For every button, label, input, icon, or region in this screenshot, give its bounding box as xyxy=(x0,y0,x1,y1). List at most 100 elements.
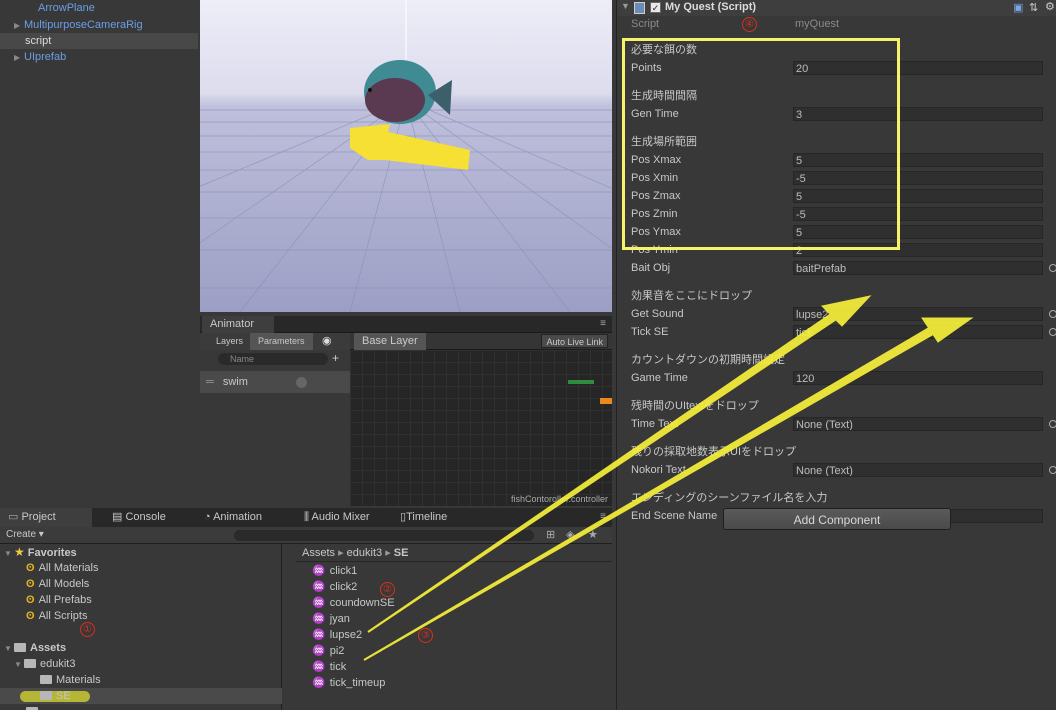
drag-handle-icon[interactable]: ═ xyxy=(206,376,214,388)
scene-grid xyxy=(200,0,612,312)
favorite-all-models[interactable]: ʘ All Models xyxy=(26,576,89,592)
chevron-right-icon: ▸ xyxy=(338,547,347,559)
annotation-marker: ② xyxy=(380,582,395,597)
annotation-marker: ④ xyxy=(742,17,757,32)
hierarchy-item-script[interactable]: script xyxy=(0,33,198,49)
animator-window: Animator ≡ Layers Parameters ◉ Name + ═ … xyxy=(200,316,612,506)
script-field: myQuest xyxy=(793,17,1043,31)
highlight-box xyxy=(622,38,900,250)
object-picker-icon[interactable] xyxy=(1049,264,1056,272)
folder-se[interactable]: SE xyxy=(0,688,282,704)
breadcrumb-item[interactable]: Assets xyxy=(302,547,335,559)
help-icon[interactable]: ▣ xyxy=(1013,1,1023,14)
favorite-all-scripts[interactable]: ʘ All Scripts xyxy=(26,608,87,624)
field-value[interactable]: tick xyxy=(793,325,1043,339)
state-node-green[interactable] xyxy=(568,380,594,384)
field-label: Game Time xyxy=(631,372,688,384)
audio-clip-icon: ♒ xyxy=(312,629,326,641)
expand-triangle-icon[interactable]: ▶ xyxy=(14,50,24,66)
file-item[interactable]: ♒ click2 xyxy=(312,579,357,595)
scene-view[interactable] xyxy=(200,0,612,312)
favorite-label: All Materials xyxy=(38,562,99,574)
file-label: jyan xyxy=(329,613,350,625)
favorite-all-materials[interactable]: ʘ All Materials xyxy=(26,560,98,576)
search-icon: ʘ xyxy=(26,594,35,606)
hierarchy-item-uiprefab[interactable]: ▶ UIprefab xyxy=(14,49,66,65)
field-value[interactable]: baitPrefab xyxy=(793,261,1043,275)
favorites-label: Favorites xyxy=(27,547,77,559)
object-picker-icon[interactable] xyxy=(1049,420,1056,428)
collapse-triangle-icon[interactable]: ▼ xyxy=(4,546,14,562)
filter-type-icon[interactable]: ⊞ xyxy=(546,528,555,541)
project-search-input[interactable] xyxy=(234,530,534,541)
file-item[interactable]: ♒ click1 xyxy=(312,563,357,579)
collapse-triangle-icon[interactable]: ▼ xyxy=(621,1,630,11)
field-value[interactable]: 120 xyxy=(793,371,1043,385)
window-menu-icon[interactable]: ≡ xyxy=(600,511,606,522)
animator-graph-header: Base Layer Auto Live Link xyxy=(350,333,612,350)
file-item[interactable]: ♒ tick xyxy=(312,659,346,675)
animator-tab-label: Animator xyxy=(210,318,255,330)
enabled-checkbox[interactable]: ✓ xyxy=(650,2,661,13)
hierarchy-item-arrowplane[interactable]: ArrowPlane xyxy=(38,0,95,16)
folder-materials[interactable]: Materials xyxy=(40,672,101,688)
parameter-row[interactable]: ═ swim xyxy=(200,371,350,393)
create-dropdown[interactable]: Create ▾ xyxy=(6,529,44,540)
breadcrumb-item[interactable]: SE xyxy=(394,547,409,559)
assets-folder[interactable]: ▼ Assets xyxy=(4,640,66,656)
tab-timeline[interactable]: ▯Timeline xyxy=(392,508,455,527)
tab-animator[interactable]: Animator xyxy=(202,316,274,333)
tab-layers[interactable]: Layers xyxy=(208,333,251,350)
animator-graph[interactable]: fishContoroller.controller xyxy=(350,350,612,506)
breadcrumb-base-layer[interactable]: Base Layer xyxy=(354,333,426,350)
hierarchy-item-camerarig[interactable]: ▶ MultipurposeCameraRig xyxy=(14,17,143,33)
favorite-all-prefabs[interactable]: ʘ All Prefabs xyxy=(26,592,92,608)
file-item[interactable]: ♒ lupse2 xyxy=(312,627,362,643)
file-item[interactable]: ♒ jyan xyxy=(312,611,350,627)
auto-live-link-button[interactable]: Auto Live Link xyxy=(541,334,608,348)
project-tree: ▼ ★ Favorites ʘ All Materials ʘ All Models ʘ… xyxy=(0,544,282,710)
audio-clip-icon: ♒ xyxy=(312,677,326,689)
tab-label: Animation xyxy=(213,511,263,523)
collapse-triangle-icon[interactable]: ▼ xyxy=(4,641,14,657)
parameter-name: swim xyxy=(222,376,248,388)
parameter-search-input[interactable]: Name xyxy=(218,353,328,365)
field-value[interactable]: None (Text) xyxy=(793,417,1043,431)
field-value[interactable]: lupse2 xyxy=(793,307,1043,321)
section-header: 効果音をここにドロップ xyxy=(631,290,752,302)
eye-icon[interactable]: ◉ xyxy=(322,334,332,347)
console-icon: ▤ xyxy=(112,511,126,523)
breadcrumb-item[interactable]: edukit3 xyxy=(347,547,382,559)
field-value[interactable]: None (Text) xyxy=(793,463,1043,477)
mixer-icon: ⫼ xyxy=(304,511,312,523)
gear-icon[interactable]: ⚙ xyxy=(1045,0,1055,13)
object-picker-icon[interactable] xyxy=(1049,328,1056,336)
object-picker-icon[interactable] xyxy=(1049,466,1056,474)
tab-audio-mixer[interactable]: ⫼ Audio Mixer xyxy=(296,508,378,527)
tab-console[interactable]: ▤ Console xyxy=(104,508,174,527)
state-node-orange[interactable] xyxy=(600,398,612,404)
project-files: Assets ▸ edukit3 ▸ SE ♒ click1 ♒ click2 ♒ c… xyxy=(296,544,612,710)
audio-clip-icon: ♒ xyxy=(312,613,326,625)
file-item[interactable]: ♒ pi2 xyxy=(312,643,344,659)
file-item[interactable]: ♒ coundownSE xyxy=(312,595,395,611)
filter-label-icon[interactable]: ◈ xyxy=(566,528,574,541)
star-filter-icon[interactable]: ★ xyxy=(588,528,598,541)
object-picker-icon[interactable] xyxy=(1049,310,1056,318)
tab-project[interactable]: ▭ Project xyxy=(0,508,92,527)
parameter-toggle[interactable] xyxy=(296,377,307,388)
folder-partial xyxy=(26,704,42,710)
file-item[interactable]: ♒ tick_timeup xyxy=(312,675,385,691)
preset-icon[interactable]: ⇅ xyxy=(1029,1,1038,14)
expand-triangle-icon[interactable]: ▶ xyxy=(14,18,24,34)
tab-parameters[interactable]: Parameters xyxy=(250,333,313,350)
folder-icon xyxy=(14,643,26,652)
favorites-header[interactable]: ▼ ★ Favorites xyxy=(4,544,77,560)
add-component-button[interactable]: Add Component xyxy=(723,508,951,530)
collapse-triangle-icon[interactable]: ▼ xyxy=(14,657,24,673)
file-label: pi2 xyxy=(329,645,345,657)
folder-edukit3[interactable]: ▼ edukit3 xyxy=(14,656,75,672)
tab-animation[interactable]: ◔ Animation xyxy=(196,508,270,527)
window-menu-icon[interactable]: ≡ xyxy=(600,318,606,329)
add-parameter-icon[interactable]: + xyxy=(332,351,339,365)
